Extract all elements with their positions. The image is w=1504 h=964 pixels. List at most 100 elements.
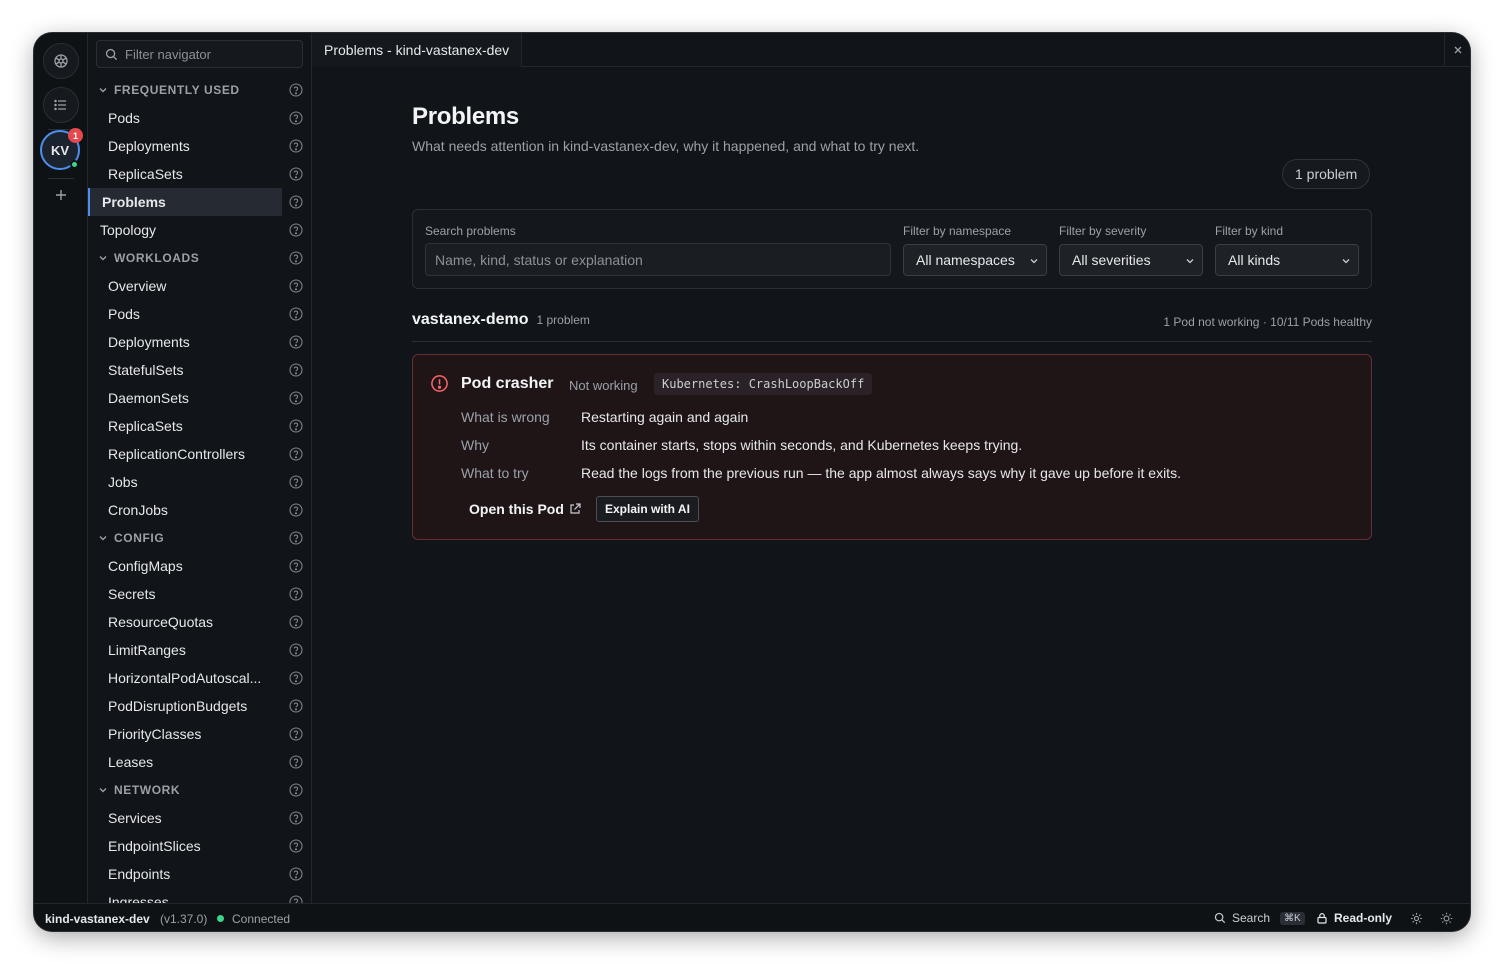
gear-icon[interactable] (1410, 912, 1423, 925)
sidebar-item-leases[interactable]: Leases (88, 748, 311, 776)
help-circle-icon[interactable] (289, 167, 303, 181)
help-circle-icon[interactable] (289, 391, 303, 405)
help-circle-icon[interactable] (289, 699, 303, 713)
sidebar-item-cronjobs[interactable]: CronJobs (88, 496, 311, 524)
sidebar-item-pods[interactable]: Pods (88, 104, 311, 132)
sidebar-section-workloads[interactable]: WORKLOADS (88, 244, 311, 272)
kind-select[interactable]: All kinds (1215, 244, 1359, 276)
help-circle-icon[interactable] (289, 419, 303, 433)
sidebar-item-label: DaemonSets (108, 390, 189, 406)
explain-with-ai-button[interactable]: Explain with AI (596, 496, 699, 522)
cluster-list-button[interactable] (43, 87, 79, 123)
kubernetes-helm-icon (54, 54, 68, 68)
help-circle-icon[interactable] (289, 615, 303, 629)
namespace-select[interactable]: All namespaces (903, 244, 1047, 276)
problem-status: Not working (569, 378, 638, 393)
help-circle-icon[interactable] (289, 83, 303, 97)
sidebar-item-label: LimitRanges (108, 642, 186, 658)
help-circle-icon[interactable] (289, 867, 303, 881)
sidebar-item-label: Ingresses (108, 894, 169, 903)
sidebar-item-priorityclasses[interactable]: PriorityClasses (88, 720, 311, 748)
navigator-list: FREQUENTLY USED Pods Deployments ReplicaSet… (88, 76, 311, 903)
namespace-group-header: vastanex-demo 1 problem (412, 311, 590, 329)
cluster-rail: KV 1 (34, 33, 88, 903)
sidebar-item-deployments[interactable]: Deployments (88, 328, 311, 356)
help-circle-icon[interactable] (289, 111, 303, 125)
sidebar-item-poddisruptionbudgets[interactable]: PodDisruptionBudgets (88, 692, 311, 720)
read-only-toggle[interactable]: Read-only (1316, 911, 1392, 925)
severity-select[interactable]: All severities (1059, 244, 1203, 276)
sidebar-item-label: PriorityClasses (108, 726, 202, 742)
sidebar-item-replicasets[interactable]: ReplicaSets (88, 160, 311, 188)
sidebar-item-configmaps[interactable]: ConfigMaps (88, 552, 311, 580)
help-circle-icon[interactable] (289, 671, 303, 685)
help-circle-icon[interactable] (289, 335, 303, 349)
navigator-filter[interactable] (96, 40, 303, 68)
sidebar-item-horizontalpodautoscal[interactable]: HorizontalPodAutoscal... (88, 664, 311, 692)
tab-problems[interactable]: Problems - kind-vastanex-dev (312, 33, 523, 67)
sidebar-item-topology[interactable]: Topology (88, 216, 311, 244)
help-circle-icon[interactable] (289, 279, 303, 293)
close-tab-button[interactable] (1444, 33, 1470, 67)
help-circle-icon[interactable] (289, 811, 303, 825)
sidebar-item-label: CronJobs (108, 502, 168, 518)
sidebar-item-statefulsets[interactable]: StatefulSets (88, 356, 311, 384)
help-circle-icon[interactable] (289, 223, 303, 237)
help-circle-icon[interactable] (289, 475, 303, 489)
sidebar-item-label: Secrets (108, 586, 156, 602)
sidebar-section-config[interactable]: CONFIG (88, 524, 311, 552)
help-circle-icon[interactable] (289, 251, 303, 265)
help-circle-icon[interactable] (289, 755, 303, 769)
sidebar-item-replicasets[interactable]: ReplicaSets (88, 412, 311, 440)
search-label: Search (1232, 911, 1271, 925)
help-circle-icon[interactable] (289, 447, 303, 461)
navigator-filter-input[interactable] (125, 46, 295, 62)
add-cluster-button[interactable] (43, 177, 79, 213)
sidebar-item-resourcequotas[interactable]: ResourceQuotas (88, 608, 311, 636)
sidebar-item-deployments[interactable]: Deployments (88, 132, 311, 160)
help-circle-icon[interactable] (289, 531, 303, 545)
help-circle-icon[interactable] (289, 503, 303, 517)
notification-badge: 1 (68, 128, 83, 143)
chevron-down-icon (1342, 259, 1350, 264)
chevron-down-icon (98, 85, 108, 95)
sidebar-item-pods[interactable]: Pods (88, 300, 311, 328)
help-circle-icon[interactable] (289, 727, 303, 741)
namespace-select-value: All namespaces (916, 252, 1015, 268)
help-circle-icon[interactable] (289, 839, 303, 853)
sidebar-item-problems[interactable]: Problems (88, 188, 303, 216)
home-button[interactable] (43, 43, 79, 79)
help-circle-icon[interactable] (289, 363, 303, 377)
sidebar-section-network[interactable]: NETWORK (88, 776, 311, 804)
help-circle-icon[interactable] (289, 895, 303, 903)
open-pod-link[interactable]: Open this Pod (469, 501, 581, 517)
help-circle-icon[interactable] (289, 643, 303, 657)
theme-toggle-icon[interactable] (1440, 912, 1453, 925)
sidebar-item-endpointslices[interactable]: EndpointSlices (88, 832, 311, 860)
problem-resource-name: Pod crasher (461, 375, 554, 392)
sidebar-item-label: EndpointSlices (108, 838, 201, 854)
sidebar-item-label: NETWORK (114, 783, 181, 797)
sidebar-item-overview[interactable]: Overview (88, 272, 311, 300)
status-bar: kind-vastanex-dev (v1.37.0) Connected Se… (34, 903, 1470, 931)
sidebar-item-ingresses[interactable]: Ingresses (88, 888, 311, 903)
sidebar-section-frequently-used[interactable]: FREQUENTLY USED (88, 76, 311, 104)
sidebar-item-endpoints[interactable]: Endpoints (88, 860, 311, 888)
cluster-context[interactable]: kind-vastanex-dev (45, 912, 150, 926)
help-circle-icon[interactable] (289, 195, 303, 209)
help-circle-icon[interactable] (289, 783, 303, 797)
chevron-down-icon (98, 785, 108, 795)
page-title: Problems (412, 103, 519, 130)
sidebar-item-services[interactable]: Services (88, 804, 311, 832)
sidebar-item-daemonsets[interactable]: DaemonSets (88, 384, 311, 412)
sidebar-item-replicationcontrollers[interactable]: ReplicationControllers (88, 440, 311, 468)
help-circle-icon[interactable] (289, 559, 303, 573)
help-circle-icon[interactable] (289, 307, 303, 321)
help-circle-icon[interactable] (289, 139, 303, 153)
sidebar-item-jobs[interactable]: Jobs (88, 468, 311, 496)
sidebar-item-limitranges[interactable]: LimitRanges (88, 636, 311, 664)
help-circle-icon[interactable] (289, 587, 303, 601)
sidebar-item-secrets[interactable]: Secrets (88, 580, 311, 608)
global-search-button[interactable]: Search ⌘K (1214, 911, 1305, 925)
search-problems-input[interactable] (425, 243, 891, 276)
